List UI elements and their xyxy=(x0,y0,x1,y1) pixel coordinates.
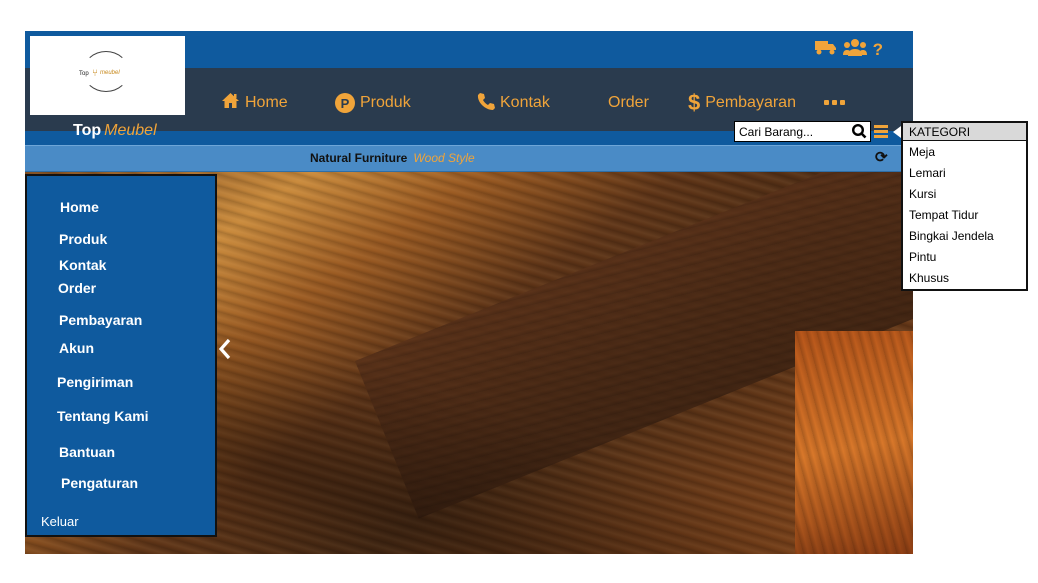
nav-order-label: Order xyxy=(608,94,649,111)
sidebar-item-keluar[interactable]: Keluar xyxy=(41,514,79,529)
produk-icon: P xyxy=(335,93,355,113)
sidebar-item-bantuan[interactable]: Bantuan xyxy=(59,444,115,460)
more-menu-icon[interactable] xyxy=(824,97,848,107)
kategori-item-kursi[interactable]: Kursi xyxy=(909,187,936,201)
search-box xyxy=(734,121,871,142)
sidebar-item-kontak[interactable]: Kontak xyxy=(59,257,106,273)
kategori-header[interactable]: KATEGORI xyxy=(903,123,1026,141)
logo-chair-icon: ⑂ xyxy=(92,68,98,79)
sidebar-item-order[interactable]: Order xyxy=(58,280,96,296)
sidebar-item-tentang-kami[interactable]: Tentang Kami xyxy=(57,408,149,424)
sidebar-item-akun[interactable]: Akun xyxy=(59,340,94,356)
dropdown-pointer xyxy=(893,126,901,138)
kategori-dropdown: KATEGORI Meja Lemari Kursi Tempat Tidur … xyxy=(901,121,1028,291)
home-icon xyxy=(221,92,240,114)
logo-text-top: Top xyxy=(79,71,89,77)
kategori-item-khusus[interactable]: Khusus xyxy=(909,271,949,285)
page-frame: ? Top ⑂ meubel Top Meubel Home P Produk K… xyxy=(25,31,913,554)
sidebar: Home Produk Kontak Order Pembayaran Akun… xyxy=(25,174,217,537)
sidebar-item-produk[interactable]: Produk xyxy=(59,231,107,247)
phone-icon xyxy=(477,92,495,115)
nav-kontak-label: Kontak xyxy=(500,94,550,111)
help-icon[interactable]: ? xyxy=(873,40,883,60)
dollar-icon: $ xyxy=(688,90,701,115)
kategori-item-tempat-tidur[interactable]: Tempat Tidur xyxy=(909,208,978,222)
tagline: Natural Furniture Wood Style xyxy=(310,151,475,165)
brand-name[interactable]: Top Meubel xyxy=(73,122,157,140)
nav-produk[interactable]: P Produk xyxy=(335,92,411,114)
sidebar-item-pengiriman[interactable]: Pengiriman xyxy=(57,374,133,390)
nav-home-label: Home xyxy=(245,94,288,111)
brand-name-main: Top xyxy=(73,122,102,139)
top-icons: ? xyxy=(814,38,883,61)
nav-produk-label: Produk xyxy=(360,94,411,111)
kategori-item-bingkai-jendela[interactable]: Bingkai Jendela xyxy=(909,229,994,243)
sidebar-item-pengaturan[interactable]: Pengaturan xyxy=(61,475,138,491)
refresh-icon[interactable]: ⟳ xyxy=(875,150,888,166)
tagline-sub: Wood Style xyxy=(413,151,475,165)
kategori-item-lemari[interactable]: Lemari xyxy=(909,166,946,180)
sidebar-item-pembayaran[interactable]: Pembayaran xyxy=(59,312,142,328)
users-icon[interactable] xyxy=(842,38,867,61)
search-input[interactable] xyxy=(735,122,845,141)
logo[interactable]: Top ⑂ meubel xyxy=(30,36,185,115)
sidebar-item-home[interactable]: Home xyxy=(60,199,99,215)
nav-kontak[interactable]: Kontak xyxy=(477,92,550,114)
tagline-main: Natural Furniture xyxy=(310,151,408,165)
kategori-item-meja[interactable]: Meja xyxy=(909,145,935,159)
kategori-item-pintu[interactable]: Pintu xyxy=(909,250,936,264)
brand-name-sub: Meubel xyxy=(104,122,157,139)
nav-home[interactable]: Home xyxy=(221,92,288,114)
hamburger-menu-icon[interactable] xyxy=(874,125,888,138)
truck-icon[interactable] xyxy=(814,39,837,60)
nav-order[interactable]: Order xyxy=(608,92,649,114)
search-icon[interactable] xyxy=(851,123,867,139)
nav-pembayaran-label: Pembayaran xyxy=(705,94,796,111)
logo-text-meubel: meubel xyxy=(100,70,120,76)
chevron-left-icon[interactable] xyxy=(218,338,238,364)
nav-pembayaran[interactable]: $ Pembayaran xyxy=(688,90,796,115)
